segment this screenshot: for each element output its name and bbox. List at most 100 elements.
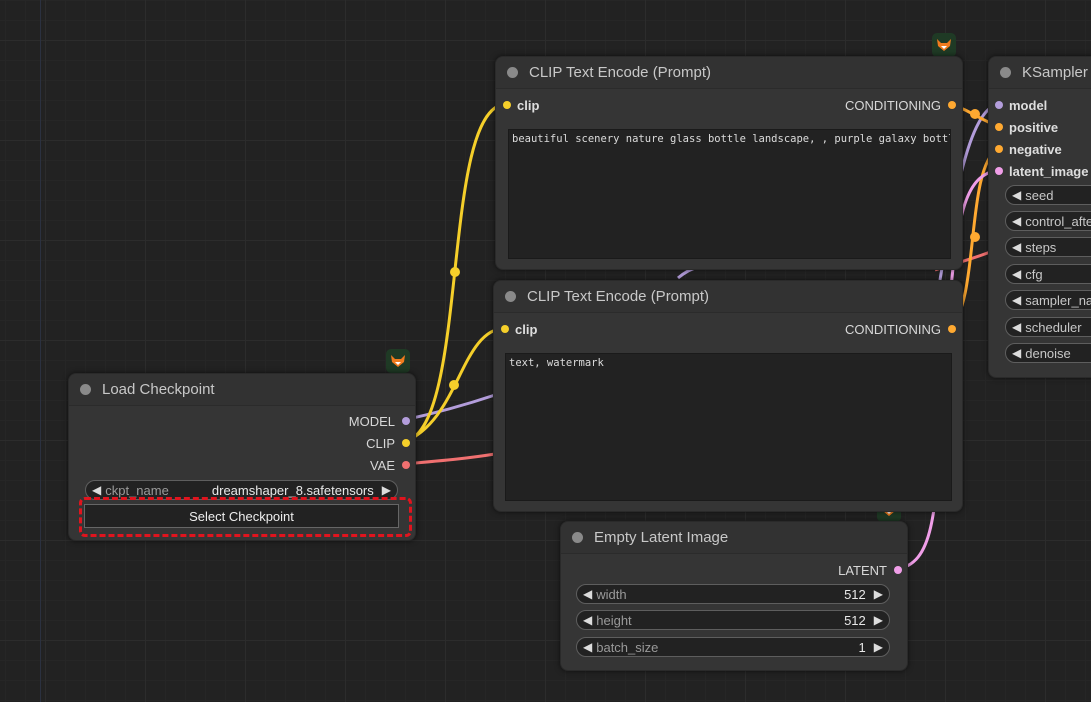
conditioning-output-label: CONDITIONING: [844, 97, 941, 113]
decrement-arrow-icon[interactable]: ◀: [583, 587, 592, 601]
collapse-dot-icon[interactable]: [572, 532, 583, 543]
scheduler-widget[interactable]: ◀ scheduler: [1005, 317, 1091, 337]
widget-label: width: [596, 586, 627, 602]
collapse-dot-icon[interactable]: [507, 67, 518, 78]
conditioning-output-slot[interactable]: CONDITIONING: [845, 320, 956, 338]
widget-label: height: [596, 612, 632, 628]
positive-input-dot-icon[interactable]: [995, 123, 1003, 131]
node-graph-canvas[interactable]: CLIP Text Encode (Prompt) clip CONDITION…: [0, 0, 1091, 702]
clip-input-dot-icon[interactable]: [501, 325, 509, 333]
decrement-arrow-icon[interactable]: ◀: [1012, 320, 1021, 334]
increment-arrow-icon[interactable]: ▶: [382, 483, 391, 497]
latent-image-input-slot[interactable]: latent_image: [995, 162, 1088, 180]
fox-icon: [386, 349, 410, 373]
denoise-widget[interactable]: ◀ denoise: [1005, 343, 1091, 363]
clip-input-label: clip: [515, 321, 538, 337]
node-title: Load Checkpoint: [102, 381, 215, 398]
decrement-arrow-icon[interactable]: ◀: [1012, 293, 1021, 307]
widget-label: seed: [1025, 187, 1054, 203]
clip-output-dot-icon[interactable]: [402, 439, 410, 447]
latent-output-label: LATENT: [838, 562, 887, 578]
node-title-bar[interactable]: CLIP Text Encode (Prompt): [496, 57, 962, 89]
node-title-bar[interactable]: CLIP Text Encode (Prompt): [494, 281, 962, 313]
clip-input-slot[interactable]: clip: [503, 96, 539, 114]
latent-image-input-dot-icon[interactable]: [995, 167, 1003, 175]
widget-label: denoise: [1025, 345, 1071, 361]
increment-arrow-icon[interactable]: ▶: [874, 613, 883, 627]
decrement-arrow-icon[interactable]: ◀: [1012, 346, 1021, 360]
height-widget[interactable]: ◀ height 512 ▶: [576, 610, 890, 630]
conditioning-link-mid: [970, 109, 980, 119]
vae-output-slot[interactable]: VAE: [370, 456, 410, 474]
increment-arrow-icon[interactable]: ▶: [874, 587, 883, 601]
conditioning-output-label: CONDITIONING: [844, 321, 941, 337]
decrement-arrow-icon[interactable]: ◀: [583, 640, 592, 654]
widget-label: batch_size: [596, 639, 659, 655]
clip-input-dot-icon[interactable]: [503, 101, 511, 109]
prompt-text-area[interactable]: text, watermark: [505, 353, 952, 501]
seed-widget[interactable]: ◀ seed: [1005, 185, 1091, 205]
node-title-bar[interactable]: KSampler: [989, 57, 1091, 89]
model-link: [403, 393, 496, 422]
node-title-bar[interactable]: Empty Latent Image: [561, 522, 907, 554]
cfg-widget[interactable]: ◀ cfg: [1005, 264, 1091, 284]
conditioning-output-slot[interactable]: CONDITIONING: [845, 96, 956, 114]
steps-widget[interactable]: ◀ steps: [1005, 237, 1091, 257]
clip-input-slot[interactable]: clip: [501, 320, 537, 338]
decrement-arrow-icon[interactable]: ◀: [1012, 188, 1021, 202]
ckpt-name-value: dreamshaper_8.safetensors: [211, 482, 374, 498]
collapse-dot-icon[interactable]: [80, 384, 91, 395]
negative-input-slot[interactable]: negative: [995, 140, 1062, 158]
increment-arrow-icon[interactable]: ▶: [874, 640, 883, 654]
positive-input-label: positive: [1009, 119, 1059, 135]
latent-output-dot-icon[interactable]: [894, 566, 902, 574]
decrement-arrow-icon[interactable]: ◀: [1012, 240, 1021, 254]
widget-value: 512: [844, 586, 866, 602]
latent-image-input-label: latent_image: [1009, 163, 1089, 179]
latent-output-slot[interactable]: LATENT: [838, 561, 902, 579]
select-checkpoint-button[interactable]: Select Checkpoint: [84, 504, 399, 528]
widget-value: 512: [844, 612, 866, 628]
clip-output-slot[interactable]: CLIP: [366, 434, 410, 452]
widget-label: cfg: [1025, 266, 1043, 282]
empty-latent-image-node[interactable]: Empty Latent Image LATENT ◀ width 512 ▶ …: [560, 521, 908, 671]
positive-input-slot[interactable]: positive: [995, 118, 1058, 136]
control-after-widget[interactable]: ◀ control_after: [1005, 211, 1091, 231]
decrement-arrow-icon[interactable]: ◀: [1012, 214, 1021, 228]
vae-output-label: VAE: [369, 457, 395, 473]
node-title-bar[interactable]: Load Checkpoint: [69, 374, 415, 406]
node-title: KSampler: [1022, 64, 1088, 81]
negative-input-dot-icon[interactable]: [995, 145, 1003, 153]
negative-input-label: negative: [1009, 141, 1062, 157]
conditioning-link-mid-negative: [970, 232, 980, 242]
vae-output-dot-icon[interactable]: [402, 461, 410, 469]
width-widget[interactable]: ◀ width 512 ▶: [576, 584, 890, 604]
fox-icon: [932, 33, 956, 57]
collapse-dot-icon[interactable]: [505, 291, 516, 302]
widget-label: steps: [1025, 239, 1057, 255]
load-checkpoint-node[interactable]: Load Checkpoint MODEL CLIP VAE ◀ ckpt_na…: [68, 373, 416, 541]
clip-output-label: CLIP: [366, 435, 395, 451]
batch-size-widget[interactable]: ◀ batch_size 1 ▶: [576, 637, 890, 657]
model-input-dot-icon[interactable]: [995, 101, 1003, 109]
model-output-dot-icon[interactable]: [402, 417, 410, 425]
clip-link-mid-negative: [449, 380, 459, 390]
sampler-name-widget[interactable]: ◀ sampler_na: [1005, 290, 1091, 310]
ksampler-node[interactable]: KSampler model positive negative latent_…: [988, 56, 1091, 378]
decrement-arrow-icon[interactable]: ◀: [92, 483, 101, 497]
prompt-text-area[interactable]: beautiful scenery nature glass bottle la…: [508, 129, 951, 259]
model-input-slot[interactable]: model: [995, 96, 1047, 114]
node-title: Empty Latent Image: [594, 529, 729, 546]
collapse-dot-icon[interactable]: [1000, 67, 1011, 78]
decrement-arrow-icon[interactable]: ◀: [583, 613, 592, 627]
widget-value: 1: [858, 639, 866, 655]
model-output-slot[interactable]: MODEL: [349, 412, 410, 430]
widget-label: ckpt_name: [105, 482, 169, 498]
decrement-arrow-icon[interactable]: ◀: [1012, 267, 1021, 281]
node-title: CLIP Text Encode (Prompt): [527, 288, 710, 305]
conditioning-output-dot-icon[interactable]: [948, 325, 956, 333]
clip-text-encode-negative-node[interactable]: CLIP Text Encode (Prompt) clip CONDITION…: [493, 280, 963, 512]
conditioning-output-dot-icon[interactable]: [948, 101, 956, 109]
vae-link: [403, 452, 496, 466]
clip-text-encode-positive-node[interactable]: CLIP Text Encode (Prompt) clip CONDITION…: [495, 56, 963, 270]
